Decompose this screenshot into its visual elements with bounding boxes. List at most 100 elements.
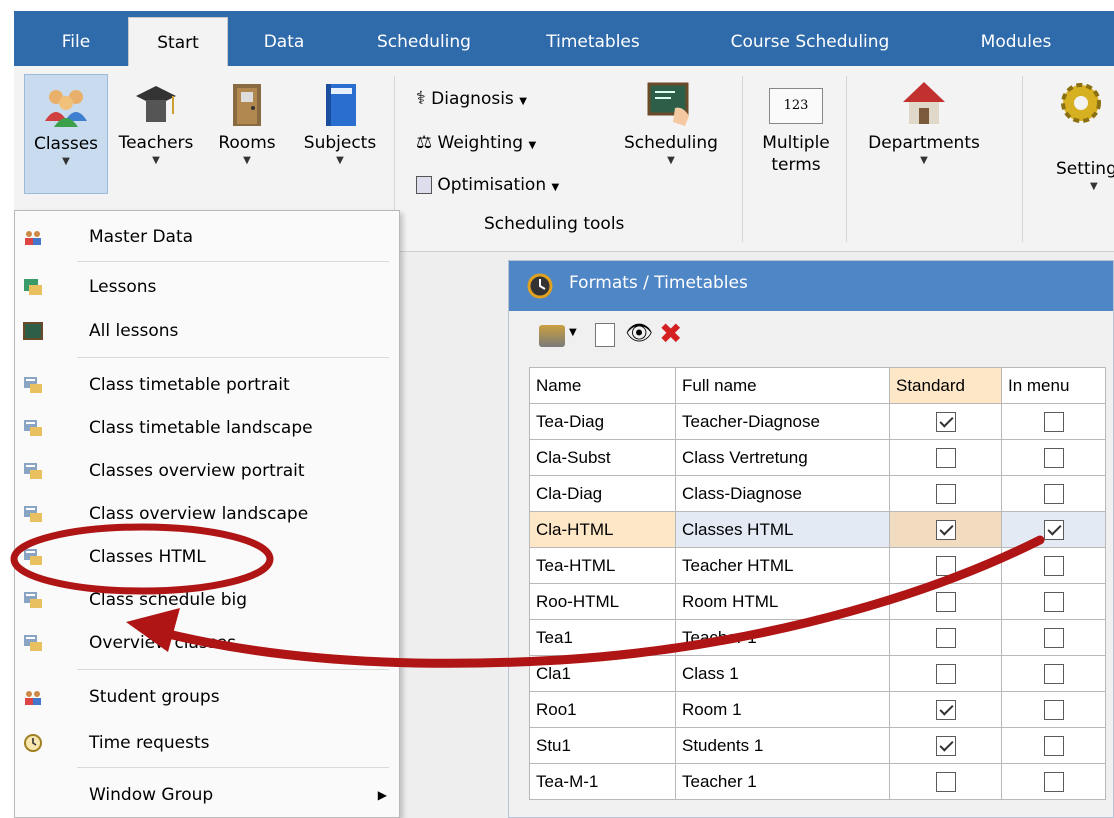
- classes-button[interactable]: Classes ▼: [24, 74, 108, 194]
- table-row[interactable]: Tea-M-1 Teacher 1: [529, 763, 1106, 800]
- cell-name[interactable]: Cla-Diag: [529, 475, 676, 512]
- scheduling-button[interactable]: Scheduling ▼: [612, 74, 730, 194]
- cell-name[interactable]: Cla-Subst: [529, 439, 676, 476]
- menu-item-class-schedule-big[interactable]: Class schedule big: [15, 578, 399, 622]
- eye-icon[interactable]: 👁: [625, 321, 653, 346]
- cell-full-name[interactable]: Class 1: [675, 655, 890, 692]
- menu-item-class-overview-landscape[interactable]: Class overview landscape: [15, 492, 399, 536]
- in-menu-checkbox[interactable]: [1043, 663, 1064, 684]
- weighting-label: Weighting: [437, 133, 524, 153]
- table-row[interactable]: Roo1 Room 1: [529, 691, 1106, 728]
- standard-checkbox[interactable]: [935, 519, 956, 540]
- menu-item-classes-overview-portrait[interactable]: Classes overview portrait: [15, 449, 399, 493]
- cell-full-name[interactable]: Teacher HTML: [675, 547, 890, 584]
- in-menu-checkbox[interactable]: [1043, 447, 1064, 468]
- in-menu-checkbox[interactable]: [1043, 519, 1064, 540]
- cell-name[interactable]: Stu1: [529, 727, 676, 764]
- in-menu-checkbox[interactable]: [1043, 591, 1064, 612]
- table-row[interactable]: Cla-HTML Classes HTML: [529, 511, 1106, 548]
- tab-scheduling[interactable]: Scheduling: [362, 22, 486, 66]
- cell-full-name[interactable]: Room HTML: [675, 583, 890, 620]
- menu-item-student-groups[interactable]: Student groups: [15, 675, 399, 719]
- optimisation-button[interactable]: Optimisation ▼: [416, 172, 559, 198]
- chevron-down-icon[interactable]: ▼: [569, 327, 577, 338]
- cell-name[interactable]: Tea-HTML: [529, 547, 676, 584]
- settings-button[interactable]: Setting ▼: [1038, 74, 1114, 194]
- menu-item-window-group[interactable]: Window Group ▶: [15, 773, 399, 817]
- standard-checkbox[interactable]: [935, 591, 956, 612]
- menu-item-overview-classes[interactable]: Overview classes: [15, 621, 399, 665]
- menu-item-class-timetable-portrait[interactable]: Class timetable portrait: [15, 363, 399, 407]
- cell-name[interactable]: Tea1: [529, 619, 676, 656]
- in-menu-checkbox[interactable]: [1043, 411, 1064, 432]
- menu-item-master-data[interactable]: Master Data: [15, 215, 399, 259]
- standard-checkbox[interactable]: [935, 771, 956, 792]
- cell-name[interactable]: Tea-Diag: [529, 403, 676, 440]
- table-row[interactable]: Cla-Subst Class Vertretung: [529, 439, 1106, 476]
- in-menu-checkbox[interactable]: [1043, 735, 1064, 756]
- tab-modules[interactable]: Modules: [960, 22, 1072, 66]
- table-row[interactable]: Stu1 Students 1: [529, 727, 1106, 764]
- standard-checkbox[interactable]: [935, 447, 956, 468]
- cell-full-name[interactable]: Students 1: [675, 727, 890, 764]
- column-header-full-name[interactable]: Full name: [675, 367, 890, 404]
- column-header-standard[interactable]: Standard: [889, 367, 1002, 404]
- cell-name[interactable]: Roo1: [529, 691, 676, 728]
- standard-checkbox[interactable]: [935, 663, 956, 684]
- cell-name[interactable]: Cla1: [529, 655, 676, 692]
- standard-checkbox[interactable]: [935, 483, 956, 504]
- in-menu-checkbox[interactable]: [1043, 555, 1064, 576]
- departments-button[interactable]: Departments ▼: [858, 74, 990, 194]
- standard-checkbox[interactable]: [935, 411, 956, 432]
- window-title-bar[interactable]: Formats / Timetables: [509, 261, 1113, 311]
- cell-full-name[interactable]: Teacher-Diagnose: [675, 403, 890, 440]
- cell-full-name[interactable]: Class Vertretung: [675, 439, 890, 476]
- menu-item-time-requests[interactable]: Time requests: [15, 721, 399, 765]
- menu-item-all-lessons[interactable]: All lessons: [15, 309, 399, 353]
- menu-item-class-timetable-landscape[interactable]: Class timetable landscape: [15, 406, 399, 450]
- menu-item-classes-html[interactable]: Classes HTML: [15, 535, 399, 579]
- new-item-icon[interactable]: [595, 323, 615, 347]
- tab-data[interactable]: Data: [248, 22, 320, 66]
- table-row[interactable]: Cla1 Class 1: [529, 655, 1106, 692]
- subjects-button[interactable]: Subjects ▼: [294, 74, 386, 194]
- table-row[interactable]: Tea-Diag Teacher-Diagnose: [529, 403, 1106, 440]
- in-menu-checkbox[interactable]: [1043, 627, 1064, 648]
- standard-checkbox[interactable]: [935, 699, 956, 720]
- menu-item-label: Classes overview portrait: [89, 461, 305, 481]
- tab-timetables[interactable]: Timetables: [528, 22, 658, 66]
- cell-name[interactable]: Roo-HTML: [529, 583, 676, 620]
- tab-course-scheduling[interactable]: Course Scheduling: [700, 22, 920, 66]
- diagnosis-button[interactable]: ⚕ Diagnosis ▼: [416, 86, 527, 112]
- standard-checkbox[interactable]: [935, 735, 956, 756]
- teachers-button[interactable]: Teachers ▼: [112, 74, 200, 194]
- format-icon[interactable]: [539, 325, 565, 347]
- table-row[interactable]: Tea-HTML Teacher HTML: [529, 547, 1106, 584]
- column-header-in-menu[interactable]: In menu: [1001, 367, 1106, 404]
- menu-item-lessons[interactable]: Lessons: [15, 265, 399, 309]
- cell-name[interactable]: Tea-M-1: [529, 763, 676, 800]
- cell-full-name[interactable]: Room 1: [675, 691, 890, 728]
- cell-full-name[interactable]: Class-Diagnose: [675, 475, 890, 512]
- scheduling-label: Scheduling: [624, 133, 718, 153]
- tab-start[interactable]: Start: [128, 17, 228, 68]
- delete-icon[interactable]: ✖: [659, 317, 682, 350]
- table-row[interactable]: Cla-Diag Class-Diagnose: [529, 475, 1106, 512]
- cell-full-name[interactable]: Classes HTML: [675, 511, 890, 548]
- multiple-terms-button[interactable]: 123 Multiple terms: [752, 74, 840, 214]
- in-menu-checkbox[interactable]: [1043, 699, 1064, 720]
- in-menu-checkbox[interactable]: [1043, 771, 1064, 792]
- table-row[interactable]: Tea1 Teacher 1: [529, 619, 1106, 656]
- weighting-button[interactable]: ⚖ Weighting ▼: [416, 130, 536, 156]
- cell-full-name[interactable]: Teacher 1: [675, 763, 890, 800]
- cell-name[interactable]: Cla-HTML: [529, 511, 676, 548]
- standard-checkbox[interactable]: [935, 555, 956, 576]
- standard-checkbox[interactable]: [935, 627, 956, 648]
- column-header-name[interactable]: Name: [529, 367, 676, 404]
- table-row[interactable]: Roo-HTML Room HTML: [529, 583, 1106, 620]
- in-menu-checkbox[interactable]: [1043, 483, 1064, 504]
- tab-file[interactable]: File: [48, 22, 104, 66]
- subjects-label: Subjects: [303, 133, 377, 153]
- rooms-button[interactable]: Rooms ▼: [204, 74, 290, 194]
- cell-full-name[interactable]: Teacher 1: [675, 619, 890, 656]
